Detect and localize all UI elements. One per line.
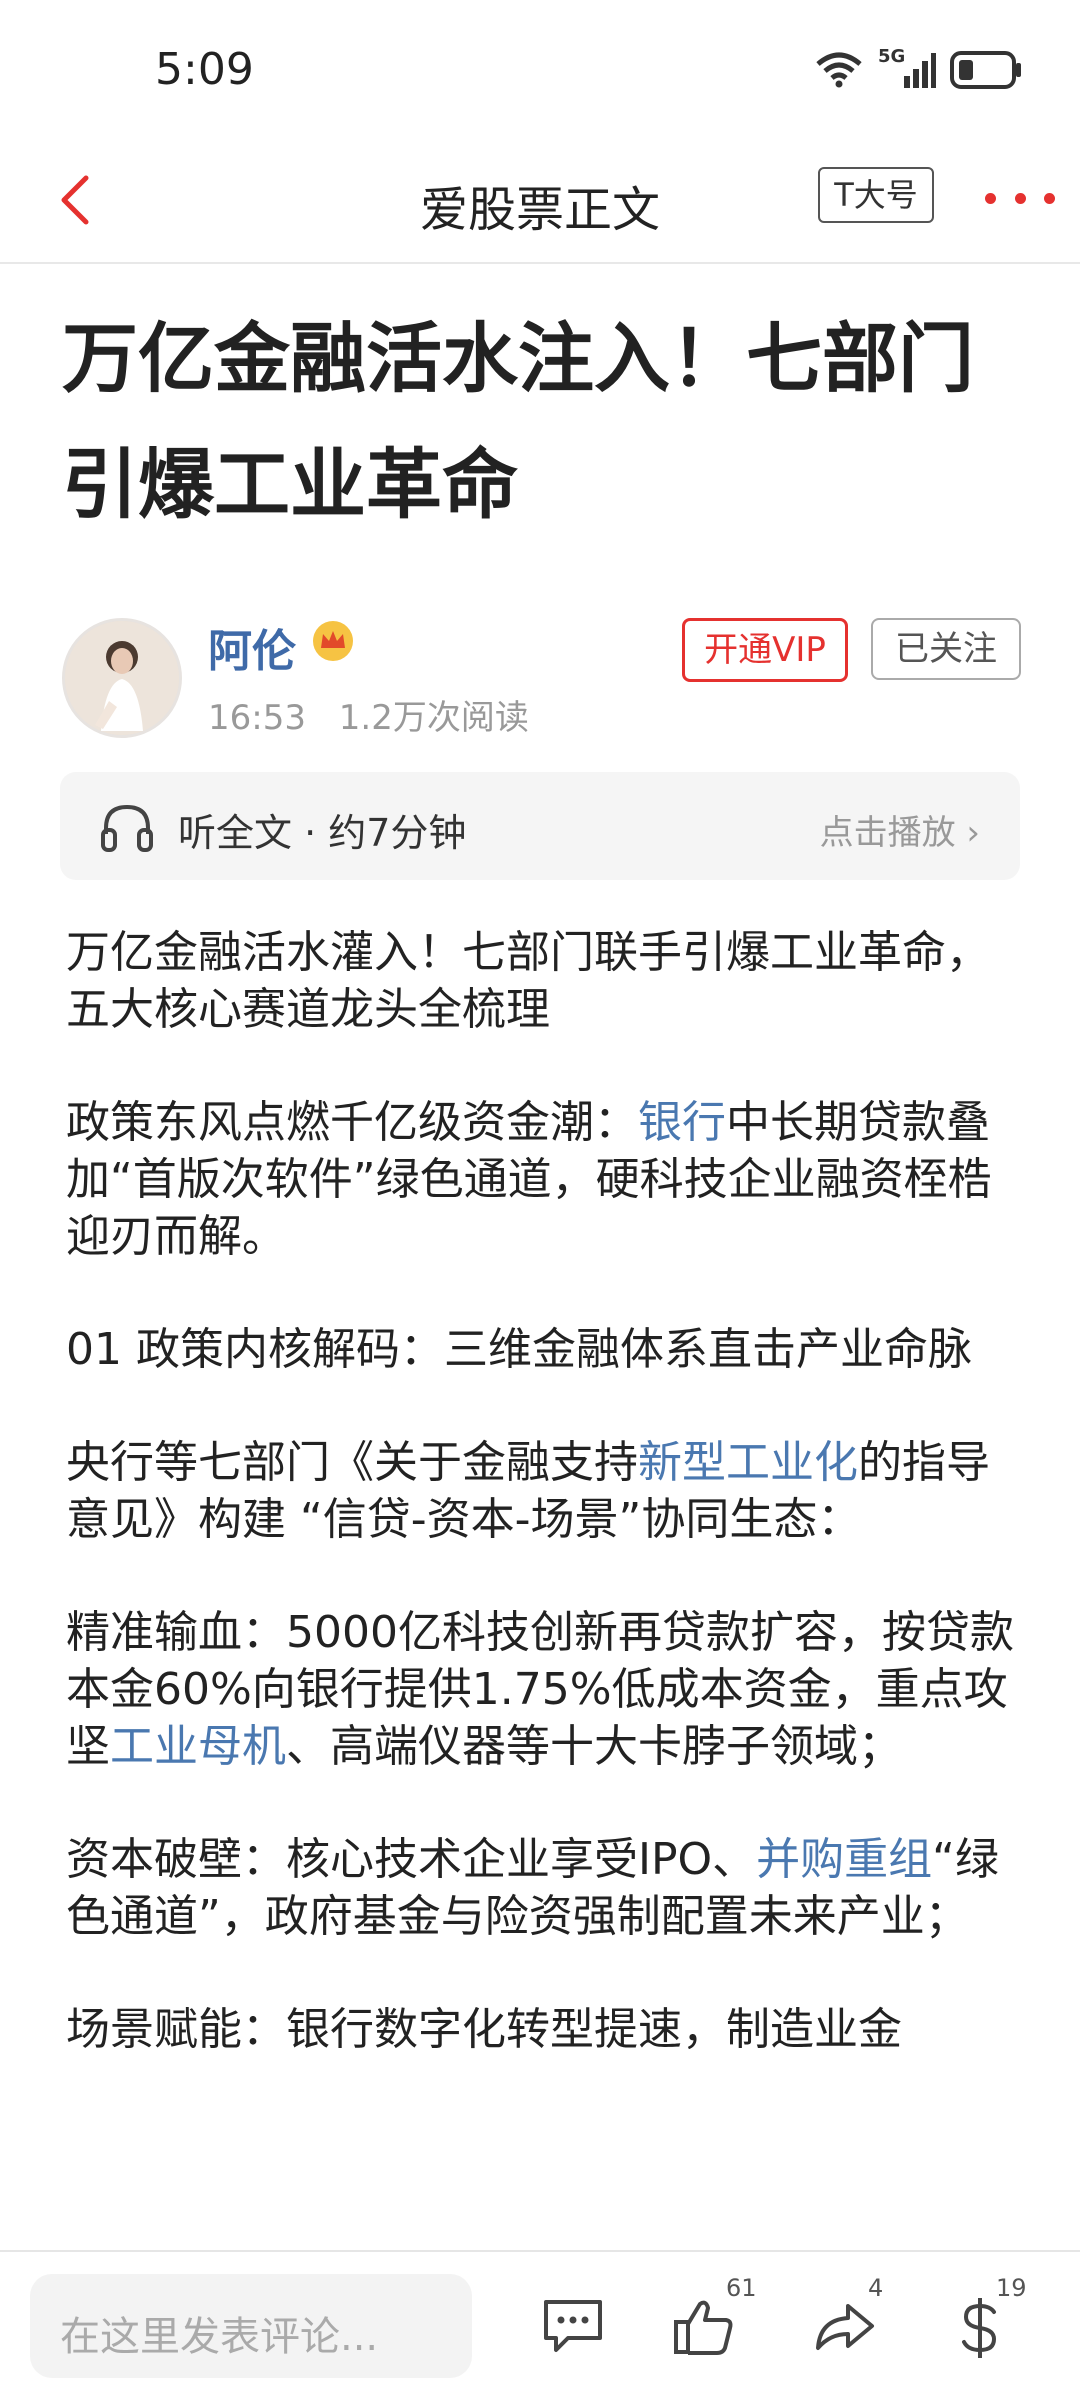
stock-link-new-industrialization[interactable]: 新型工业化 [638, 1437, 858, 1488]
bottom-action-bar: 在这里发表评论... 61 4 19 [0, 2250, 1080, 2402]
status-bar: 5:09 5G [0, 0, 1080, 140]
open-vip-button[interactable]: 开通VIP [682, 618, 848, 682]
headphone-icon [101, 804, 153, 852]
audio-label: 听全文 · 约7分钟 [178, 811, 467, 855]
font-size-button[interactable]: T大号 [818, 167, 934, 223]
status-time: 5:09 [155, 44, 254, 95]
article-body: 万亿金融活水灌入！七部门联手引爆工业革命，五大核心赛道龙头全梳理 政策东风点燃千… [66, 924, 1026, 2114]
play-button[interactable]: 点击播放 › [820, 805, 980, 854]
more-dot-icon [1014, 192, 1026, 204]
article-paragraph: 央行等七部门《关于金融支持新型工业化的指导意见》构建 “信贷-资本-场景”协同生… [66, 1437, 990, 1545]
article-paragraph: 资本破壁：核心技术企业享受IPO、并购重组“绿色通道”，政府基金与险资强制配置未… [66, 1834, 999, 1942]
navigation-bar: 爱股票正文 T大号 [0, 140, 1080, 264]
follow-button[interactable]: 已关注 [871, 618, 1021, 680]
comment-icon [544, 2300, 602, 2352]
dollar-icon [962, 2298, 997, 2358]
like-count: 61 [726, 2274, 757, 2302]
thumbs-up-icon [674, 2300, 733, 2355]
article-paragraph: 01 政策内核解码：三维金融体系直击产业命脉 [66, 1324, 972, 1375]
share-icon [816, 2304, 874, 2350]
article-paragraph: 政策东风点燃千亿级资金潮：银行中长期贷款叠加“首版次软件”绿色通道，硬科技企业融… [66, 1097, 992, 1262]
comment-placeholder: 在这里发表评论... [60, 2314, 379, 2360]
battery-icon [950, 51, 1021, 89]
cellular-signal-icon: 5G [878, 46, 936, 90]
wifi-icon [816, 52, 862, 88]
comments-button[interactable] [540, 2296, 606, 2366]
like-button[interactable]: 61 [672, 2274, 757, 2366]
article-paragraph: 万亿金融活水灌入！七部门联手引爆工业革命，五大核心赛道龙头全梳理 [66, 927, 990, 1035]
read-count: 1.2万次阅读 [338, 698, 529, 738]
author-name[interactable]: 阿伦 [208, 615, 296, 679]
article-paragraph: 场景赋能：银行数字化转型提速，制造业金 [66, 2004, 902, 2055]
reward-button[interactable]: 19 [956, 2274, 1032, 2366]
comment-input[interactable]: 在这里发表评论... [30, 2274, 472, 2378]
more-dot-icon [985, 192, 996, 204]
listen-full-text-bar[interactable]: 听全文 · 约7分钟 点击播放 › [60, 772, 1020, 880]
publish-time: 16:53 [208, 698, 306, 738]
crown-icon [313, 621, 353, 661]
stock-link-bank[interactable]: 银行 [638, 1097, 726, 1148]
share-count: 4 [868, 2274, 884, 2302]
stock-link-machine-tools[interactable]: 工业母机 [110, 1721, 286, 1772]
reward-count: 19 [996, 2274, 1027, 2302]
article-title: 万亿金融活水注入！七部门引爆工业革命 [62, 314, 974, 529]
author-avatar[interactable] [62, 618, 182, 738]
share-button[interactable]: 4 [812, 2274, 888, 2366]
article-meta: 16:53 1.2万次阅读 [208, 690, 529, 739]
more-dot-icon [1044, 192, 1055, 204]
article-paragraph: 精准输血：5000亿科技创新再贷款扩容，按贷款本金60%向银行提供1.75%低成… [66, 1607, 1014, 1772]
more-menu-button[interactable] [985, 178, 1055, 218]
stock-link-mergers[interactable]: 并购重组 [756, 1834, 932, 1885]
